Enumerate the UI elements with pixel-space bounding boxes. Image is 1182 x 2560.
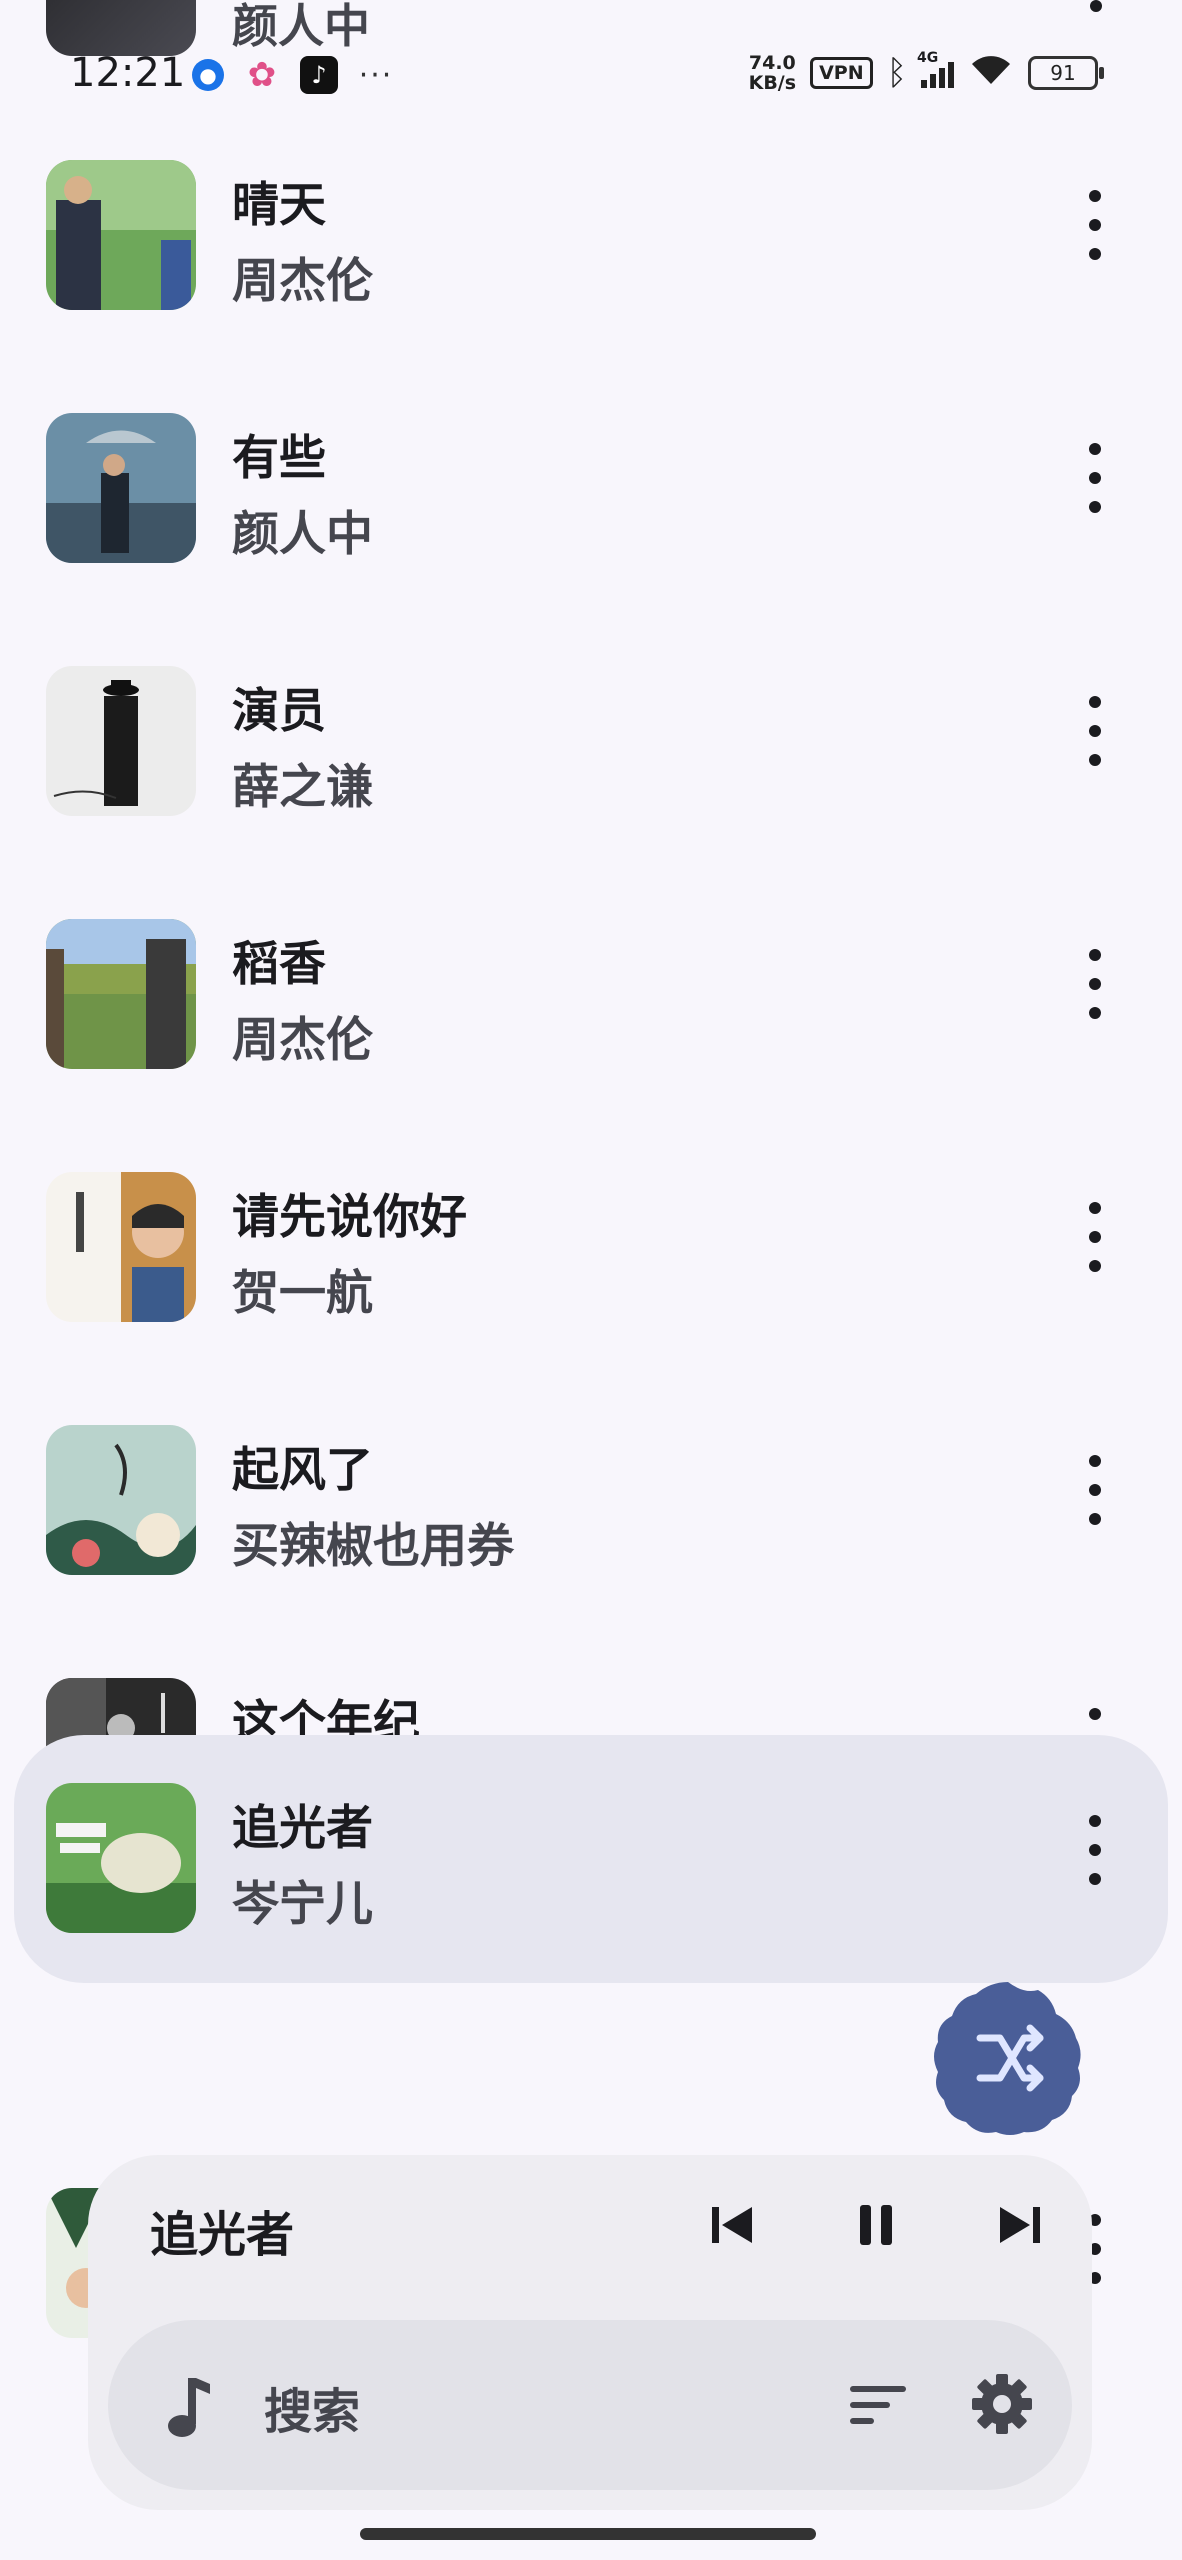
album-cover [46, 413, 196, 563]
search-label[interactable]: 搜索 [264, 2372, 360, 2442]
bluetooth-icon: ᛒ [886, 53, 907, 93]
song-title: 起风了 [232, 1443, 373, 1498]
shuffle-button[interactable] [928, 1978, 1088, 2138]
search-bar[interactable]: 搜索 [108, 2320, 1072, 2490]
more-vert-icon[interactable] [1080, 949, 1110, 1019]
battery-icon: 91 [1028, 56, 1104, 90]
browser-notification-icon: ● [192, 59, 224, 91]
list-item[interactable]: 起风了 买辣椒也用券 [0, 1415, 1182, 1647]
list-item[interactable]: 稻香 周杰伦 [0, 909, 1182, 1141]
app-notification-icon: ✿ [247, 55, 277, 95]
song-artist: 贺一航 [232, 1266, 373, 1321]
song-artist: 买辣椒也用券 [232, 1519, 514, 1574]
home-indicator[interactable] [360, 2528, 816, 2540]
notification-icons: ● ✿ ♪ ··· [192, 55, 394, 95]
network-type: 4G [917, 50, 939, 66]
song-artist: 周杰伦 [232, 254, 373, 309]
song-artist: 岑宁儿 [232, 1877, 373, 1932]
song-artist: 周杰伦 [232, 1013, 373, 1068]
album-cover [46, 1425, 196, 1575]
song-title: 晴天 [232, 178, 326, 233]
skip-next-icon [1000, 2207, 1040, 2243]
album-cover [46, 919, 196, 1069]
song-artist: 薛之谦 [232, 760, 373, 815]
skip-previous-icon [712, 2207, 752, 2243]
status-bar: 12:21 ● ✿ ♪ ··· 74.0 KB/s VPN ᛒ 4G 91 [0, 0, 1182, 140]
more-vert-icon[interactable] [1080, 1202, 1110, 1272]
pause-icon [860, 2205, 892, 2245]
more-vert-icon[interactable] [1080, 1455, 1110, 1525]
list-item[interactable]: 有些 颜人中 [0, 403, 1182, 635]
list-item[interactable]: 演员 薛之谦 [0, 656, 1182, 888]
album-cover [46, 1172, 196, 1322]
song-title: 追光者 [232, 1801, 373, 1856]
net-speed-unit: KB/s [748, 72, 797, 94]
more-notifications-icon: ··· [358, 57, 394, 93]
song-artist: 颜人中 [232, 507, 373, 562]
wifi-icon [968, 52, 1014, 94]
net-speed: 74.0 KB/s [749, 53, 796, 93]
list-item[interactable]: 晴天 周杰伦 [0, 150, 1182, 382]
list-item-current[interactable]: 追光者 岑宁儿 [14, 1735, 1168, 1983]
song-title: 演员 [232, 684, 326, 739]
more-vert-icon[interactable] [1080, 1815, 1110, 1885]
song-title: 有些 [232, 431, 326, 486]
song-title: 稻香 [232, 937, 326, 992]
tiktok-notification-icon: ♪ [300, 56, 338, 94]
album-cover [46, 666, 196, 816]
more-vert-icon[interactable] [1080, 190, 1110, 260]
shuffle-icon [934, 1982, 1081, 2135]
album-cover [46, 160, 196, 310]
album-cover [46, 1783, 196, 1933]
net-speed-value: 74.0 [748, 52, 796, 74]
cell-signal-icon: 4G [917, 50, 954, 88]
song-title: 请先说你好 [232, 1190, 467, 1245]
music-note-icon[interactable] [156, 2372, 216, 2442]
now-playing-title[interactable]: 追光者 [150, 2195, 294, 2265]
vpn-badge: VPN [810, 57, 873, 89]
sort-icon[interactable] [848, 2382, 908, 2428]
list-item[interactable]: 请先说你好 贺一航 [0, 1162, 1182, 1394]
system-icons: 74.0 KB/s VPN ᛒ 4G 91 [749, 50, 1104, 94]
skip-previous-button[interactable] [702, 2195, 762, 2255]
pause-button[interactable] [846, 2195, 906, 2255]
status-time: 12:21 [70, 50, 186, 96]
more-vert-icon[interactable] [1080, 696, 1110, 766]
mini-player: 追光者 搜索 [88, 2155, 1092, 2510]
gear-icon[interactable] [970, 2372, 1034, 2436]
skip-next-button[interactable] [990, 2195, 1050, 2255]
more-vert-icon[interactable] [1080, 443, 1110, 513]
